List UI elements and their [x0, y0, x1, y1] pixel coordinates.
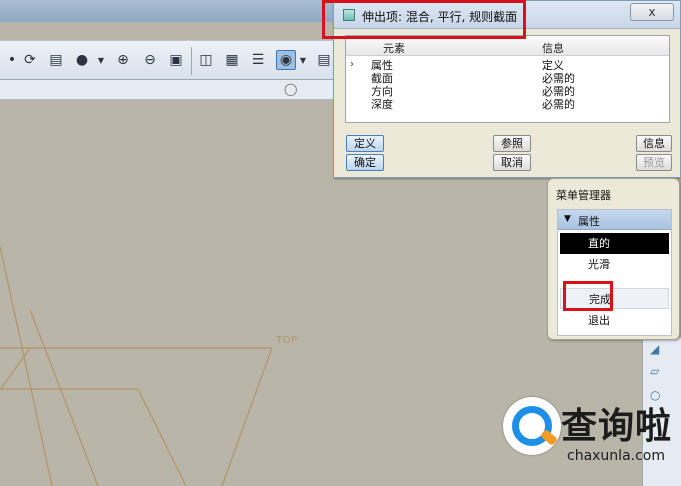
- element-cell: 属性: [371, 59, 393, 72]
- define-button[interactable]: 定义: [346, 135, 384, 152]
- table-icon[interactable]: ▤: [314, 50, 334, 70]
- sketch-line: [29, 309, 99, 486]
- reference-button[interactable]: 参照: [493, 135, 531, 152]
- site-watermark: 查询啦 chaxunla.com: [497, 393, 681, 477]
- ok-button[interactable]: 确定: [346, 154, 384, 171]
- menu-panel: ▼ 属性 直的 光滑 完成 退出: [557, 209, 672, 336]
- sketch-line: [0, 347, 31, 391]
- table-header: 元素 信息: [346, 36, 669, 56]
- watermark-name: 查询啦: [561, 406, 673, 447]
- highlight-frame: [322, 0, 526, 39]
- main-toolbar: • ⟳ ▤ ● ▼ ⊕ ⊖ ▣ ◫ ▦ ☰ ◉ ▼ ▤: [0, 40, 340, 80]
- table-row[interactable]: 深度 必需的: [346, 98, 669, 111]
- element-cell: 深度: [371, 98, 393, 111]
- menu-section-header[interactable]: ▼ 属性: [558, 210, 671, 230]
- sketch-line: [137, 388, 187, 486]
- table-row[interactable]: 截面 必需的: [346, 72, 669, 85]
- shading-icon[interactable]: ▤: [46, 50, 66, 70]
- blend-icon[interactable]: ◉: [276, 50, 296, 70]
- info-cell: 必需的: [542, 72, 575, 85]
- element-cell: 方向: [371, 85, 393, 98]
- column-header-element: 元素: [383, 42, 405, 55]
- close-button[interactable]: x: [630, 3, 674, 21]
- surface-icon[interactable]: ▱: [650, 364, 668, 382]
- menu-item-smooth[interactable]: 光滑: [560, 254, 669, 275]
- current-row-pointer-icon: ›: [350, 59, 354, 70]
- menu-section-label: 属性: [578, 215, 600, 228]
- chevron-down-icon[interactable]: ▼: [97, 50, 105, 70]
- info-cell: 必需的: [542, 85, 575, 98]
- table-row[interactable]: 方向 必需的: [346, 85, 669, 98]
- datum-plane-icon[interactable]: ◫: [196, 50, 216, 70]
- layers-icon[interactable]: ☰: [248, 50, 268, 70]
- info-cell: 定义: [542, 59, 564, 72]
- element-info-table: 元素 信息 › 属性 定义 截面 必需的 方向 必需的 深度 必需的: [345, 35, 670, 123]
- sketch-icon[interactable]: •: [2, 50, 22, 70]
- preview-button: 预览: [636, 154, 672, 171]
- regenerate-icon[interactable]: ⟳: [20, 50, 40, 70]
- zoom-out-icon[interactable]: ⊖: [140, 50, 160, 70]
- element-cell: 截面: [371, 72, 393, 85]
- chevron-down-icon[interactable]: ▼: [299, 50, 307, 70]
- cancel-button[interactable]: 取消: [493, 154, 531, 171]
- watermark-url: chaxunla.com: [567, 448, 665, 464]
- light-bulb-icon[interactable]: ◯: [284, 82, 297, 98]
- top-plane-label: TOP: [276, 335, 298, 346]
- sphere-icon[interactable]: ●: [72, 50, 92, 70]
- triangle-down-icon: ▼: [564, 214, 571, 224]
- toolbar-divider: [191, 47, 192, 75]
- table-row[interactable]: › 属性 定义: [346, 59, 669, 72]
- menu-item-quit[interactable]: 退出: [560, 310, 669, 331]
- annotation-icon[interactable]: ▦: [222, 50, 242, 70]
- sketch-line: [0, 245, 53, 486]
- info-cell: 必需的: [542, 98, 575, 111]
- datum-axis-icon[interactable]: ◢: [650, 342, 668, 360]
- info-button[interactable]: 信息: [636, 135, 672, 152]
- menu-manager-title: 菜单管理器: [556, 189, 611, 202]
- zoom-in-icon[interactable]: ⊕: [113, 50, 133, 70]
- menu-item-straight[interactable]: 直的: [560, 233, 669, 254]
- watermark-logo: [503, 397, 561, 455]
- refit-icon[interactable]: ▣: [166, 50, 186, 70]
- column-header-info: 信息: [542, 42, 564, 55]
- datum-edge: [221, 347, 273, 486]
- menu-manager: 菜单管理器 ▼ 属性 直的 光滑 完成 退出: [547, 178, 680, 340]
- secondary-toolbar: ◯: [0, 80, 340, 100]
- highlight-frame: [563, 281, 613, 311]
